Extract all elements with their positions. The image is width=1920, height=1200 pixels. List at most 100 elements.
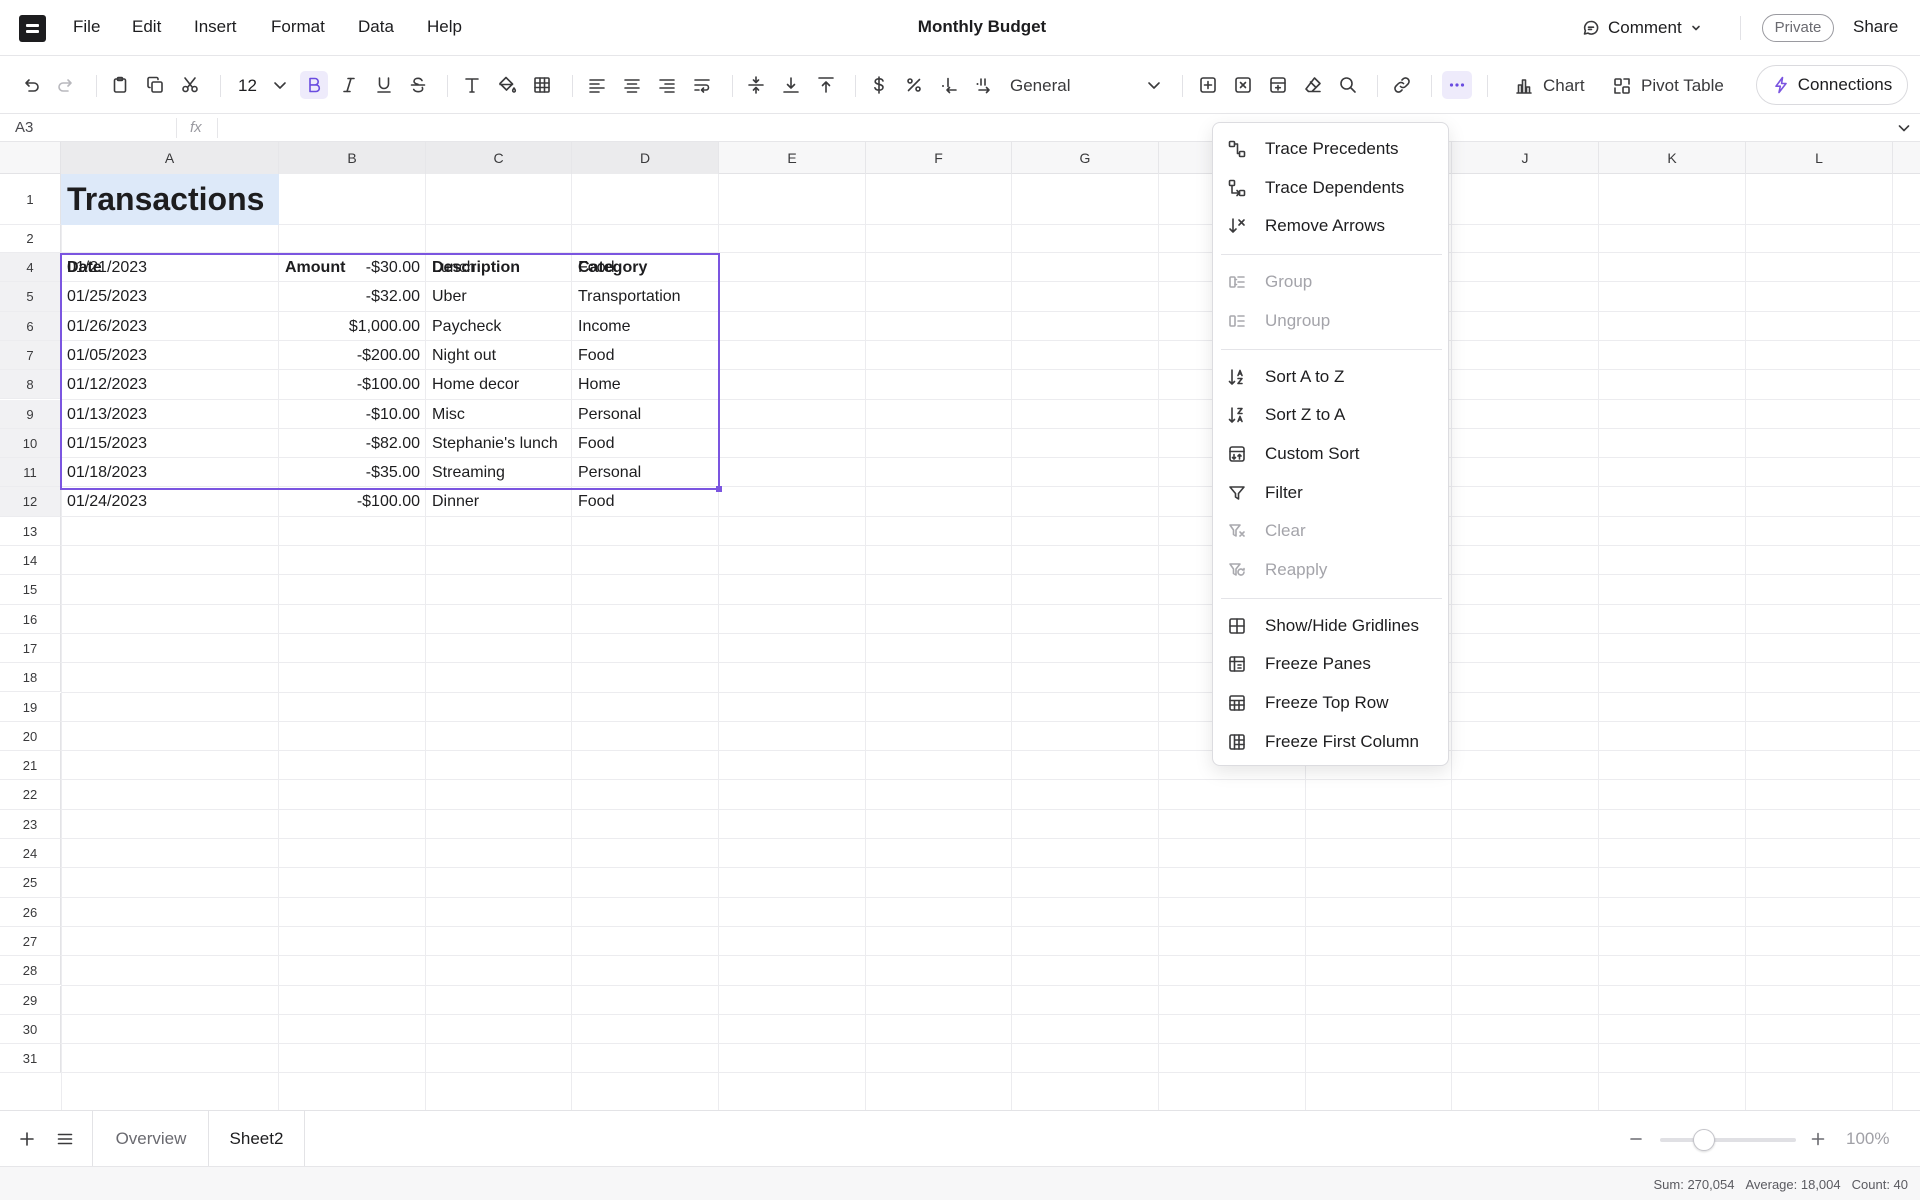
row-header-15[interactable]: 15 xyxy=(0,575,61,605)
borders-button[interactable] xyxy=(528,71,556,99)
share-button[interactable]: Share xyxy=(1853,17,1898,37)
menu-item-sort-a-to-z[interactable]: Sort A to Z xyxy=(1213,360,1450,394)
comment-button[interactable]: Comment xyxy=(1582,14,1702,42)
row-header-24[interactable]: 24 xyxy=(0,839,61,869)
connections-button[interactable]: Connections xyxy=(1756,65,1908,105)
column-header-b[interactable]: B xyxy=(279,142,426,174)
menu-item-trace-dependents[interactable]: Trace Dependents xyxy=(1213,171,1450,205)
row-header-12[interactable]: 12 xyxy=(0,487,61,517)
cell-c12[interactable]: Dinner xyxy=(426,487,572,516)
row-header-13[interactable]: 13 xyxy=(0,516,61,546)
select-all-corner[interactable] xyxy=(0,142,61,174)
column-header-k[interactable]: K xyxy=(1599,142,1746,174)
zoom-level[interactable]: 100% xyxy=(1846,1129,1889,1149)
cut-button[interactable] xyxy=(176,71,204,99)
cell-d12[interactable]: Food xyxy=(572,487,719,516)
italic-button[interactable] xyxy=(335,71,363,99)
menu-item-show-hide-gridlines[interactable]: Show/Hide Gridlines xyxy=(1213,609,1450,643)
valign-top-button[interactable] xyxy=(812,71,840,99)
valign-bottom-button[interactable] xyxy=(777,71,805,99)
more-button[interactable] xyxy=(1442,71,1472,99)
add-sheet-icon[interactable] xyxy=(17,1129,37,1149)
insert-row-button[interactable] xyxy=(1264,71,1292,99)
chevron-down-icon[interactable] xyxy=(1144,75,1164,95)
menu-item-remove-arrows[interactable]: Remove Arrows xyxy=(1213,209,1450,243)
row-header-7[interactable]: 7 xyxy=(0,340,61,371)
clear-format-button[interactable] xyxy=(1299,71,1327,99)
link-button[interactable] xyxy=(1388,71,1416,99)
insert-cell-button[interactable] xyxy=(1194,71,1222,99)
menu-item-freeze-top-row[interactable]: Freeze Top Row xyxy=(1213,686,1450,720)
sheet-tab-sheet2[interactable]: Sheet2 xyxy=(208,1111,305,1167)
row-header-17[interactable]: 17 xyxy=(0,633,61,664)
cell-reference[interactable]: A3 xyxy=(15,119,33,136)
row-header-11[interactable]: 11 xyxy=(0,458,61,488)
valign-middle-button[interactable] xyxy=(742,71,770,99)
row-header-1[interactable]: 1 xyxy=(0,174,61,225)
fill-color-button[interactable] xyxy=(493,71,521,99)
sheet-tab-overview[interactable]: Overview xyxy=(93,1111,209,1167)
wrap-text-button[interactable] xyxy=(688,71,716,99)
menu-insert[interactable]: Insert xyxy=(194,17,237,37)
row-header-28[interactable]: 28 xyxy=(0,956,61,986)
currency-button[interactable] xyxy=(865,71,893,99)
menu-data[interactable]: Data xyxy=(358,17,394,37)
column-header-f[interactable]: F xyxy=(866,142,1012,174)
chevron-down-icon[interactable] xyxy=(270,75,290,95)
column-header-g[interactable]: G xyxy=(1012,142,1159,174)
search-button[interactable] xyxy=(1334,71,1362,99)
row-header-4[interactable]: 4 xyxy=(0,253,61,283)
menu-item-filter[interactable]: Filter xyxy=(1213,476,1450,510)
align-left-button[interactable] xyxy=(583,71,611,99)
document-title[interactable]: Monthly Budget xyxy=(860,17,1104,37)
row-header-10[interactable]: 10 xyxy=(0,428,61,459)
row-header-8[interactable]: 8 xyxy=(0,370,61,400)
increase-decimal-button[interactable] xyxy=(970,71,998,99)
row-header-9[interactable]: 9 xyxy=(0,399,61,429)
row-header-30[interactable]: 30 xyxy=(0,1014,61,1045)
sheet-title-cell[interactable]: Transactions xyxy=(61,174,279,225)
row-header-5[interactable]: 5 xyxy=(0,282,61,312)
column-header-d[interactable]: D xyxy=(572,142,719,174)
zoom-slider-thumb[interactable] xyxy=(1693,1129,1715,1151)
menu-item-custom-sort[interactable]: Custom Sort xyxy=(1213,437,1450,471)
row-header-31[interactable]: 31 xyxy=(0,1044,61,1074)
align-center-button[interactable] xyxy=(618,71,646,99)
menu-item-sort-z-to-a[interactable]: Sort Z to A xyxy=(1213,398,1450,432)
menu-item-freeze-panes[interactable]: Freeze Panes xyxy=(1213,647,1450,681)
row-header-18[interactable]: 18 xyxy=(0,663,61,693)
menu-item-freeze-first-column[interactable]: Freeze First Column xyxy=(1213,725,1450,759)
row-header-2[interactable]: 2 xyxy=(0,225,61,253)
row-header-26[interactable]: 26 xyxy=(0,897,61,927)
chevron-down-icon[interactable] xyxy=(1896,120,1912,136)
decrease-decimal-button[interactable] xyxy=(935,71,963,99)
zoom-out-icon[interactable] xyxy=(1626,1129,1646,1149)
spreadsheet-grid[interactable]: ABCDEFGHIJKL 1 23 456789101112131415161718… xyxy=(0,142,1920,1110)
sheet-list-icon[interactable] xyxy=(55,1129,75,1149)
column-header-j[interactable]: J xyxy=(1452,142,1599,174)
row-header-25[interactable]: 25 xyxy=(0,868,61,898)
row-header-14[interactable]: 14 xyxy=(0,546,61,576)
row-header-29[interactable]: 29 xyxy=(0,985,61,1015)
bold-button[interactable] xyxy=(300,71,328,99)
redo-button[interactable] xyxy=(52,71,80,99)
menu-item-trace-precedents[interactable]: Trace Precedents xyxy=(1213,132,1450,166)
delete-cell-button[interactable] xyxy=(1229,71,1257,99)
menu-format[interactable]: Format xyxy=(271,17,325,37)
column-header-l[interactable]: L xyxy=(1746,142,1893,174)
row-header-19[interactable]: 19 xyxy=(0,692,61,722)
menu-file[interactable]: File xyxy=(73,17,100,37)
pivot-table-button[interactable]: Pivot Table xyxy=(1612,74,1724,98)
column-header-a[interactable]: A xyxy=(61,142,279,174)
zoom-slider[interactable] xyxy=(1660,1138,1796,1142)
menu-help[interactable]: Help xyxy=(427,17,462,37)
font-size-value[interactable]: 12 xyxy=(238,76,257,96)
chart-button[interactable]: Chart xyxy=(1514,74,1585,98)
copy-button[interactable] xyxy=(141,71,169,99)
column-header-e[interactable]: E xyxy=(719,142,866,174)
underline-button[interactable] xyxy=(370,71,398,99)
app-logo-icon[interactable] xyxy=(19,15,46,42)
private-badge[interactable]: Private xyxy=(1762,14,1834,42)
cell-b12[interactable]: -$100.00 xyxy=(279,487,426,516)
row-header-22[interactable]: 22 xyxy=(0,780,61,810)
